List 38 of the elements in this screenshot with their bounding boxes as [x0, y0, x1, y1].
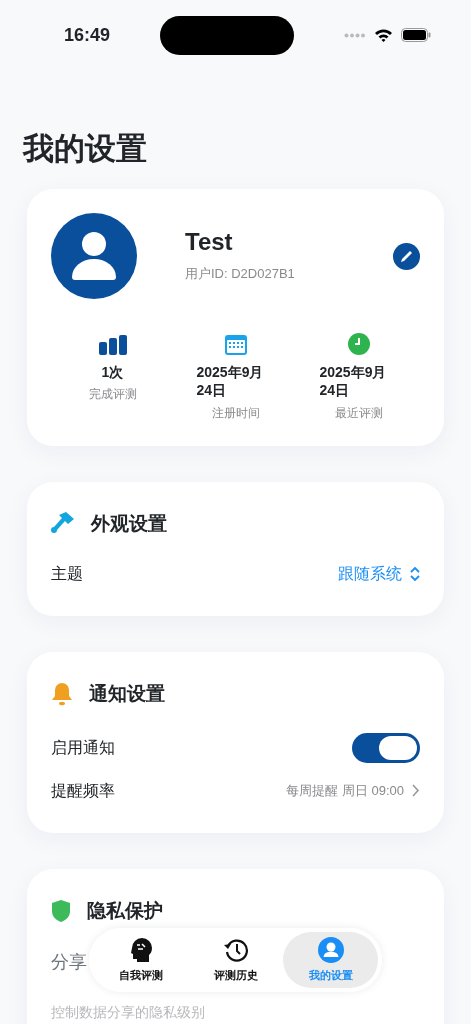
clock-icon: [347, 333, 370, 356]
section-title: 通知设置: [89, 682, 165, 707]
row-label: 主题: [51, 564, 83, 585]
page-title: 我的设置: [23, 130, 148, 168]
status-time: 16:49: [64, 23, 111, 47]
section-title: 隐私保护: [87, 898, 163, 923]
theme-picker[interactable]: 跟随系统: [338, 562, 420, 587]
stat-value: 2025年9月24日: [319, 363, 388, 400]
stat-label: 最近评测: [334, 404, 383, 422]
stat-value: 2025年9月24日: [196, 363, 265, 400]
user-name: Test: [185, 229, 234, 256]
stat-value: 1次: [101, 363, 124, 382]
bell-icon: [51, 682, 73, 707]
pencil-icon: [399, 248, 414, 264]
user-id: 用户ID: D2D027B1: [185, 264, 296, 283]
row-label: 提醒频率: [51, 780, 115, 801]
history-icon: [222, 936, 249, 963]
row-subtitle: 控制数据分享的隐私级别: [51, 1003, 205, 1023]
tab-item[interactable]: 我的设置: [283, 932, 378, 988]
row-label: 分享: [51, 951, 87, 975]
reminder-frequency-link[interactable]: 每周提醒 周日 09:00: [286, 780, 420, 801]
wifi-icon: [374, 28, 393, 42]
bar-chart-icon: [98, 335, 127, 356]
toggle-switch[interactable]: [352, 732, 420, 763]
tab-item[interactable]: 评测历史: [188, 932, 283, 988]
row-label: 启用通知: [51, 737, 115, 758]
battery-icon: [401, 28, 431, 42]
chevron-right-icon: [412, 784, 420, 798]
tab-item[interactable]: 自我评测: [93, 932, 188, 988]
edit-button[interactable]: [393, 242, 420, 270]
chevron-updown-icon: [410, 567, 420, 582]
stat-label: 注册时间: [211, 404, 260, 422]
stat-label: 完成评测: [88, 386, 137, 404]
calendar-icon: [224, 335, 247, 356]
signal-icon: [344, 32, 366, 38]
profile-icon: [317, 936, 344, 963]
section-title: 外观设置: [91, 511, 167, 536]
shield-icon: [51, 898, 71, 923]
